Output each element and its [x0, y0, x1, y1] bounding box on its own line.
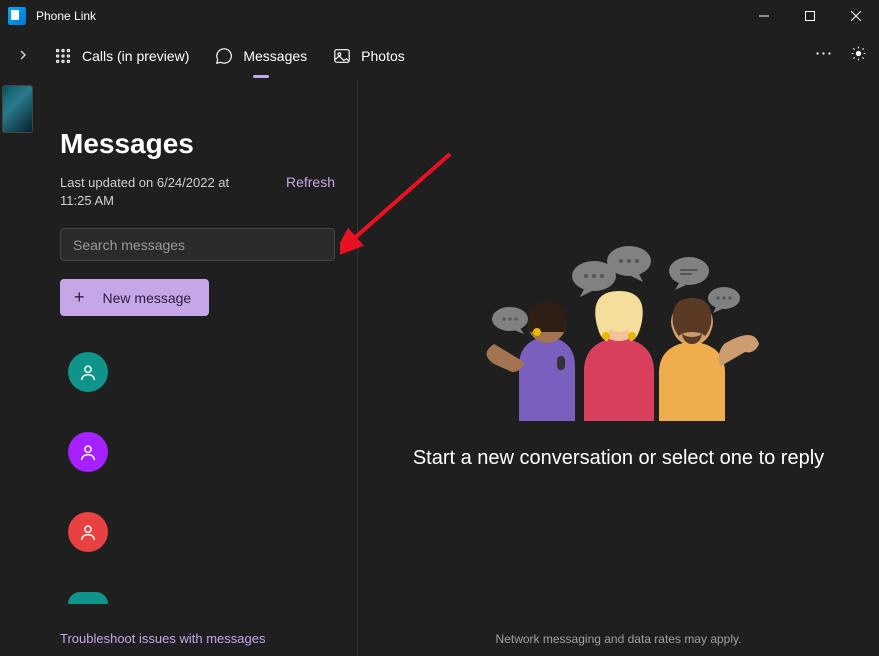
chevron-right-icon[interactable]: [18, 48, 28, 65]
photos-icon: [333, 47, 351, 65]
refresh-link[interactable]: Refresh: [286, 174, 335, 190]
rates-note: Network messaging and data rates may app…: [496, 632, 742, 646]
minimize-button[interactable]: [741, 0, 787, 32]
messages-panel: Messages Last updated on 6/24/2022 at 11…: [38, 80, 358, 656]
maximize-button[interactable]: [787, 0, 833, 32]
nav-label: Calls (in preview): [82, 48, 189, 64]
new-message-button[interactable]: + New message: [60, 279, 209, 316]
conversation-avatar[interactable]: [68, 352, 108, 392]
plus-icon: +: [74, 287, 85, 308]
app-icon: [8, 7, 26, 25]
dialpad-icon: [54, 47, 72, 65]
more-icon[interactable]: [815, 45, 832, 67]
conversation-avatar[interactable]: [68, 432, 108, 472]
nav-label: Photos: [361, 48, 405, 64]
message-icon: [215, 47, 233, 65]
new-message-label: New message: [103, 290, 192, 306]
nav-photos[interactable]: Photos: [333, 47, 405, 65]
phone-thumbnail[interactable]: [2, 85, 33, 133]
panel-heading: Messages: [60, 128, 335, 160]
empty-state-title: Start a new conversation or select one t…: [413, 447, 824, 470]
settings-icon[interactable]: [850, 45, 867, 67]
window-controls: [741, 0, 879, 32]
search-input[interactable]: [60, 228, 335, 261]
nav-calls[interactable]: Calls (in preview): [54, 47, 189, 65]
app-title: Phone Link: [36, 9, 96, 23]
title-bar: Phone Link: [0, 0, 879, 32]
troubleshoot-link[interactable]: Troubleshoot issues with messages: [60, 631, 265, 646]
last-updated-text: Last updated on 6/24/2022 at 11:25 AM: [60, 174, 245, 210]
empty-state: Start a new conversation or select one t…: [358, 80, 879, 656]
nav-messages[interactable]: Messages: [215, 47, 307, 65]
conversation-avatar[interactable]: [68, 592, 108, 604]
nav-label: Messages: [243, 48, 307, 64]
nav-bar: Calls (in preview) Messages Photos: [0, 32, 879, 80]
conversation-avatar[interactable]: [68, 512, 108, 552]
empty-state-illustration: [464, 226, 774, 421]
conversation-list: [60, 352, 335, 604]
close-button[interactable]: [833, 0, 879, 32]
